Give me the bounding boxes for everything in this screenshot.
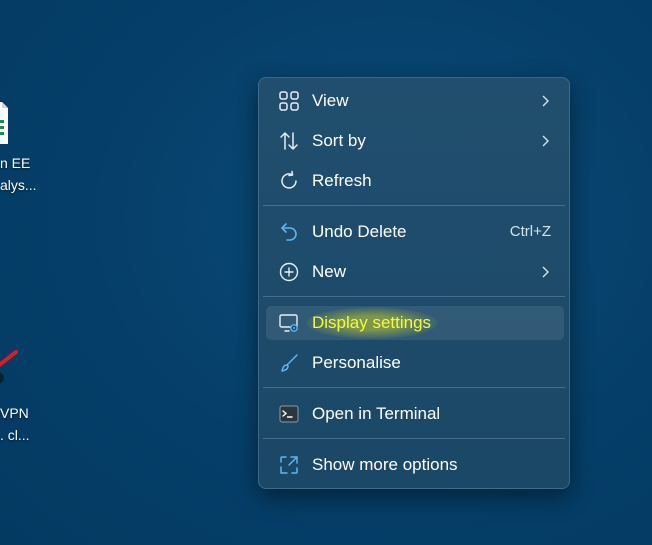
menu-item-label: View [312, 91, 349, 110]
menu-item-refresh[interactable]: Refresh [266, 164, 564, 198]
chevron-right-icon [538, 94, 552, 108]
menu-item-sort-by[interactable]: Sort by [266, 124, 564, 158]
desktop-icon-label: n EE alys... [0, 152, 37, 196]
menu-item-display-settings[interactable]: Display settings [266, 306, 564, 340]
chevron-right-icon [538, 265, 552, 279]
chevron-right-icon [538, 134, 552, 148]
desktop-icon-label-line1: VPN [0, 405, 29, 421]
plus-circle-icon [278, 261, 300, 283]
desktop-icon-label-line2: alys... [0, 177, 37, 193]
desktop-icon-label-line2: . cl... [0, 427, 30, 443]
menu-item-label: Show more options [312, 455, 458, 474]
brush-icon [278, 352, 300, 374]
desktop-context-menu: View Sort by Refresh Undo Delete Ctrl+Z … [258, 77, 570, 489]
menu-item-personalise[interactable]: Personalise [266, 346, 564, 380]
refresh-icon [278, 170, 300, 192]
sort-arrows-icon [278, 130, 300, 152]
menu-item-shortcut: Ctrl+Z [509, 223, 551, 240]
expand-icon [278, 454, 300, 476]
undo-icon [278, 221, 300, 243]
menu-item-label: Undo Delete [312, 222, 407, 241]
spreadsheet-file-icon [0, 98, 8, 148]
menu-item-label: Sort by [312, 131, 366, 150]
menu-separator [263, 387, 565, 388]
vpn-app-icon [0, 344, 18, 386]
menu-item-open-in-terminal[interactable]: Open in Terminal [266, 397, 564, 431]
menu-item-label: Open in Terminal [312, 404, 441, 423]
menu-item-new[interactable]: New [266, 255, 564, 289]
menu-separator [263, 205, 565, 206]
menu-item-label: New [312, 262, 347, 281]
menu-item-show-more-options[interactable]: Show more options [266, 448, 564, 482]
menu-separator [263, 438, 565, 439]
terminal-icon [278, 403, 300, 425]
menu-item-view[interactable]: View [266, 84, 564, 118]
menu-item-label: Personalise [312, 353, 401, 372]
desktop-icon-label-line1: n EE [0, 155, 31, 171]
display-settings-icon [278, 312, 300, 334]
menu-item-label: Display settings [312, 313, 432, 332]
desktop-icon-label: VPN . cl... [0, 402, 30, 446]
grid-icon [278, 90, 300, 112]
menu-item-label: Refresh [312, 171, 372, 190]
menu-item-undo-delete[interactable]: Undo Delete Ctrl+Z [266, 215, 564, 249]
menu-separator [263, 296, 565, 297]
